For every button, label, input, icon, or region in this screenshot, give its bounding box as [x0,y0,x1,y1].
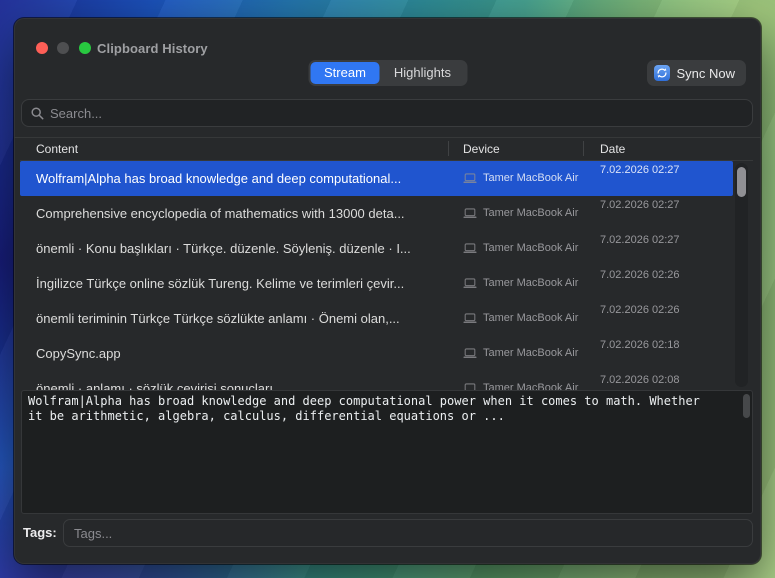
row-content: önemli · Konu başlıkları · Türkçe. düzen… [36,241,411,256]
laptop-icon [463,277,477,288]
preview-pane[interactable]: Wolfram|Alpha has broad knowledge and de… [21,390,753,514]
row-content: CopySync.app [36,346,121,361]
row-device: Tamer MacBook Air [463,382,578,390]
row-content: Comprehensive encyclopedia of mathematic… [36,206,405,221]
app-window: Clipboard History Stream Highlights Sync… [14,18,761,564]
tab-highlights[interactable]: Highlights [380,62,465,84]
tags-label: Tags: [23,525,57,540]
tab-stream[interactable]: Stream [310,62,380,84]
window-title: Clipboard History [97,41,208,56]
search-placeholder: Search... [50,105,103,121]
preview-scrollbar-thumb[interactable] [743,394,750,418]
row-content: önemli · anlamı · sözlük çevirisi sonuçl… [36,381,288,390]
table-row[interactable]: önemli · Konu başlıkları · Türkçe. düzen… [20,231,733,266]
column-header-date[interactable]: Date [600,142,625,156]
tags-placeholder: Tags... [74,525,113,541]
row-date: 7.02.2026 02:26 [600,304,680,316]
row-date: 7.02.2026 02:18 [600,339,680,351]
row-content: önemli teriminin Türkçe Türkçe sözlükte … [36,311,400,326]
sync-now-button[interactable]: Sync Now [647,60,746,86]
laptop-icon [464,382,476,390]
row-device: Tamer MacBook Air [463,172,578,184]
table-row[interactable]: Wolfram|Alpha has broad knowledge and de… [20,161,733,196]
row-content: İngilizce Türkçe online sözlük Tureng. K… [36,276,405,291]
laptop-icon [463,242,477,253]
row-date: 7.02.2026 02:26 [600,269,680,281]
tags-input[interactable]: Tags... [63,519,753,547]
table-row[interactable]: önemli teriminin Türkçe Türkçe sözlükte … [20,301,733,336]
scrollbar-thumb[interactable] [737,167,746,197]
row-date: 7.02.2026 02:27 [600,234,680,246]
search-icon [31,106,44,120]
table-row[interactable]: Comprehensive encyclopedia of mathematic… [20,196,733,231]
sync-icon [654,65,671,81]
column-header-device[interactable]: Device [463,142,500,156]
laptop-icon [463,172,477,183]
row-device: Tamer MacBook Air [463,242,578,254]
column-header-content[interactable]: Content [36,142,78,156]
row-device: Tamer MacBook Air [463,347,578,359]
row-device: Tamer MacBook Air [463,207,578,219]
column-separator [583,141,584,156]
minimize-button[interactable] [57,42,69,54]
close-button[interactable] [36,42,48,54]
title-bar: Clipboard History [14,18,761,56]
table-row[interactable]: İngilizce Türkçe online sözlük Tureng. K… [20,266,733,301]
search-input[interactable]: Search... [21,99,753,127]
row-date: 7.02.2026 02:27 [600,199,680,211]
table-row[interactable]: CopySync.app Tamer MacBook Air 7.02.2026… [20,336,733,371]
row-device: Tamer MacBook Air [463,277,578,289]
row-device: Tamer MacBook Air [463,312,578,324]
row-content: Wolfram|Alpha has broad knowledge and de… [36,171,402,186]
table-row[interactable]: önemli · anlamı · sözlük çevirisi sonuçl… [20,371,733,390]
zoom-button[interactable] [79,42,91,54]
laptop-icon [463,207,477,218]
laptop-icon [463,347,477,358]
table-body: Wolfram|Alpha has broad knowledge and de… [20,161,733,390]
laptop-icon [463,312,477,323]
row-date: 7.02.2026 02:27 [600,164,680,176]
table-header: Content Device Date [20,138,733,160]
view-segmented-control: Stream Highlights [308,60,467,86]
list-scrollbar[interactable] [735,163,748,387]
row-date: 7.02.2026 02:08 [600,374,680,386]
column-separator [448,141,449,156]
sync-now-label: Sync Now [676,65,735,81]
